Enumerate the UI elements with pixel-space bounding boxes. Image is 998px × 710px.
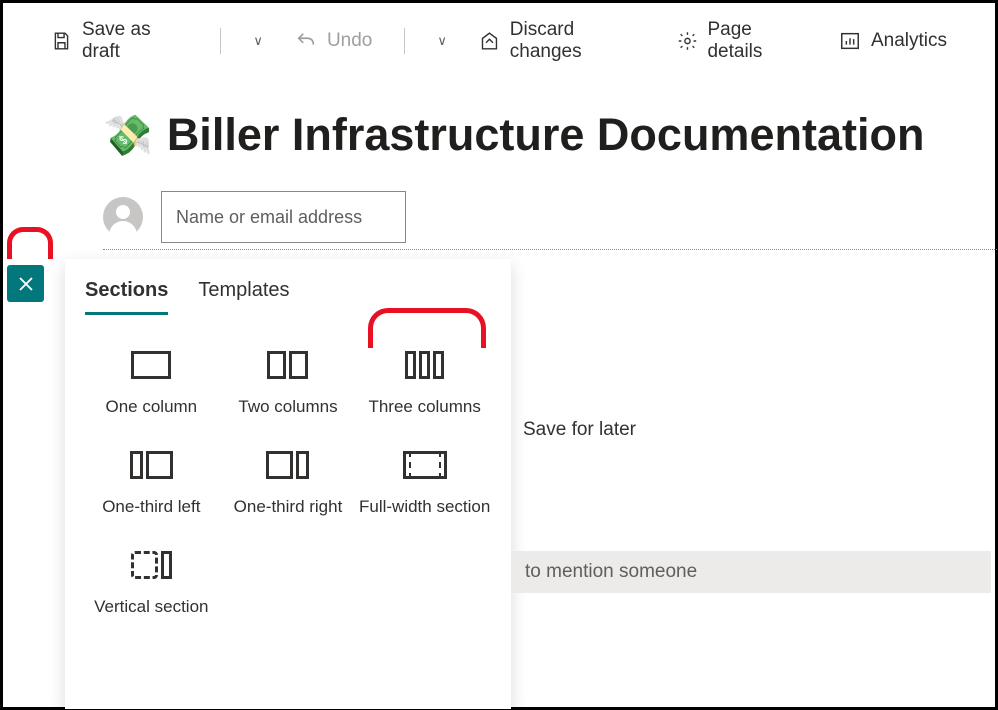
analytics-icon <box>839 30 861 52</box>
option-three-columns[interactable]: Three columns <box>358 345 491 417</box>
discard-label: Discard changes <box>510 19 645 63</box>
option-one-third-left[interactable]: One-third left <box>85 445 218 517</box>
separator <box>404 28 405 54</box>
option-full-width[interactable]: Full-width section <box>358 445 491 517</box>
annotation-mark <box>368 308 486 348</box>
save-draft-chevron-icon[interactable]: ∨ <box>253 33 263 49</box>
close-icon <box>18 276 34 292</box>
page-emoji: 💸 <box>103 112 153 159</box>
option-label: Two columns <box>222 397 355 417</box>
save-draft-label: Save as draft <box>82 19 189 63</box>
page-content: 💸 Biller Infrastructure Documentation <box>3 79 995 250</box>
mention-hint-bar[interactable]: to mention someone <box>511 551 991 593</box>
page-details-label: Page details <box>707 19 806 63</box>
option-label: One-third left <box>85 497 218 517</box>
discard-icon <box>479 30 500 52</box>
three-columns-icon <box>358 345 491 385</box>
tab-templates[interactable]: Templates <box>198 273 289 315</box>
one-third-right-icon <box>222 445 355 485</box>
avatar <box>103 197 143 237</box>
close-panel-button[interactable] <box>7 265 44 302</box>
option-one-column[interactable]: One column <box>85 345 218 417</box>
undo-chevron-icon[interactable]: ∨ <box>437 33 447 49</box>
name-email-input[interactable] <box>161 191 406 243</box>
vertical-section-icon <box>85 545 218 585</box>
option-label: One column <box>85 397 218 417</box>
option-one-third-right[interactable]: One-third right <box>222 445 355 517</box>
full-width-icon <box>358 445 491 485</box>
undo-label: Undo <box>327 30 372 52</box>
option-label: Vertical section <box>85 597 218 617</box>
save-icon <box>51 30 72 52</box>
one-column-icon <box>85 345 218 385</box>
page-details-button[interactable]: Page details <box>677 19 807 63</box>
one-third-left-icon <box>85 445 218 485</box>
option-two-columns[interactable]: Two columns <box>222 345 355 417</box>
gear-icon <box>677 30 698 52</box>
annotation-mark <box>7 227 53 259</box>
divider <box>103 249 998 250</box>
separator <box>220 28 221 54</box>
option-vertical-section[interactable]: Vertical section <box>85 545 218 617</box>
option-label: Full-width section <box>358 497 491 517</box>
analytics-label: Analytics <box>871 30 947 52</box>
undo-button[interactable]: Undo <box>295 30 372 52</box>
option-label: Three columns <box>358 397 491 417</box>
top-toolbar: Save as draft ∨ Undo ∨ Discard changes P… <box>3 3 995 79</box>
save-draft-button[interactable]: Save as draft <box>51 19 188 63</box>
undo-icon <box>295 30 317 52</box>
save-for-later-link[interactable]: Save for later <box>523 419 636 441</box>
option-label: One-third right <box>222 497 355 517</box>
analytics-button[interactable]: Analytics <box>839 30 947 52</box>
two-columns-icon <box>222 345 355 385</box>
page-title: Biller Infrastructure Documentation <box>167 109 925 161</box>
tab-sections[interactable]: Sections <box>85 273 168 315</box>
discard-button[interactable]: Discard changes <box>479 19 645 63</box>
